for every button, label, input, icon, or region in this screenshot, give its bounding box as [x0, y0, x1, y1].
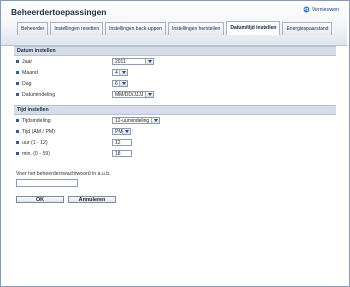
refresh-icon — [303, 6, 310, 13]
year-select[interactable]: 2011 — [112, 58, 154, 65]
row-jaar: Jaar 2011 — [14, 56, 336, 67]
cancel-button[interactable]: Annuleren — [68, 196, 116, 203]
row-maand: Maand 4 — [14, 67, 336, 78]
label-tijdsindeling: Tijdsindeling — [22, 117, 51, 124]
chevron-down-icon — [151, 118, 159, 123]
day-select-value: 6 — [115, 81, 118, 87]
month-select-value: 4 — [115, 70, 118, 76]
label-datumindeling: Datumindeling — [22, 91, 56, 98]
bullet-icon — [16, 60, 19, 63]
refresh-label: Vernieuwen — [311, 6, 339, 13]
day-select[interactable]: 6 — [112, 80, 128, 87]
tab-bar: Beheerder Instellingen resetten Instelli… — [17, 21, 333, 35]
time-format-select-value: 12-uursindeling — [115, 118, 150, 124]
label-ampm: Tijd (AM / PM) — [22, 128, 55, 135]
hour-input[interactable]: 12 — [112, 139, 132, 146]
bullet-icon — [16, 152, 19, 155]
minute-input[interactable]: 18 — [112, 150, 132, 157]
bullet-icon — [16, 141, 19, 144]
chevron-down-icon — [119, 81, 127, 86]
row-datumindeling: Datumindeling MM/DD/JJJJ — [14, 89, 336, 100]
year-select-value: 2011 — [115, 59, 126, 65]
refresh-button[interactable]: Vernieuwen — [303, 6, 339, 13]
chevron-down-icon — [145, 59, 153, 64]
chevron-down-icon — [122, 129, 130, 134]
ok-button[interactable]: OK — [16, 196, 64, 203]
tab-instellingen-back-uppen[interactable]: Instellingen back-uppen — [105, 22, 166, 35]
bullet-icon — [16, 82, 19, 85]
password-input[interactable] — [16, 179, 78, 187]
label-min: min. (0 - 59) — [22, 150, 50, 157]
row-dag: Dag 6 — [14, 78, 336, 89]
bullet-icon — [16, 130, 19, 133]
tab-datum-tijd-instellen[interactable]: Datum/tijd instellen — [226, 21, 281, 35]
label-jaar: Jaar — [22, 58, 33, 65]
label-uur: uur (1 - 12) — [22, 139, 48, 146]
ampm-select[interactable]: PM — [112, 128, 131, 135]
tab-instellingen-herstellen[interactable]: Instellingen herstellen — [167, 22, 225, 35]
tab-energiespaarstand[interactable]: Energiespaarstand — [282, 22, 333, 35]
bullet-icon — [16, 71, 19, 74]
main-content: Datum instellen Jaar 2011 Maand 4 Dag 6 … — [14, 46, 336, 159]
app-title: Beheerdertoepassingen — [11, 7, 107, 17]
date-section-header: Datum instellen — [14, 46, 336, 56]
row-min: min. (0 - 59) 18 — [14, 148, 336, 159]
chevron-down-icon — [119, 70, 127, 75]
header: Beheerdertoepassingen Vernieuwen Beheerd… — [1, 1, 347, 46]
month-select[interactable]: 4 — [112, 69, 128, 76]
row-tijdsindeling: Tijdsindeling 12-uursindeling — [14, 115, 336, 126]
label-dag: Dag — [22, 80, 32, 87]
row-uur: uur (1 - 12) 12 — [14, 137, 336, 148]
date-format-select-value: MM/DD/JJJJ — [115, 92, 144, 98]
chevron-down-icon — [145, 92, 153, 97]
time-section-header: Tijd instellen — [14, 105, 336, 115]
password-label: Voer het beheerderswachtwoord in a.u.b. — [16, 171, 111, 177]
row-ampm: Tijd (AM / PM) PM — [14, 126, 336, 137]
time-format-select[interactable]: 12-uursindeling — [112, 117, 160, 124]
bullet-icon — [16, 93, 19, 96]
date-format-select[interactable]: MM/DD/JJJJ — [112, 91, 154, 98]
bullet-icon — [16, 119, 19, 122]
label-maand: Maand — [22, 69, 38, 76]
tab-beheerder[interactable]: Beheerder — [17, 22, 49, 35]
tab-instellingen-resetten[interactable]: Instellingen resetten — [50, 22, 104, 35]
